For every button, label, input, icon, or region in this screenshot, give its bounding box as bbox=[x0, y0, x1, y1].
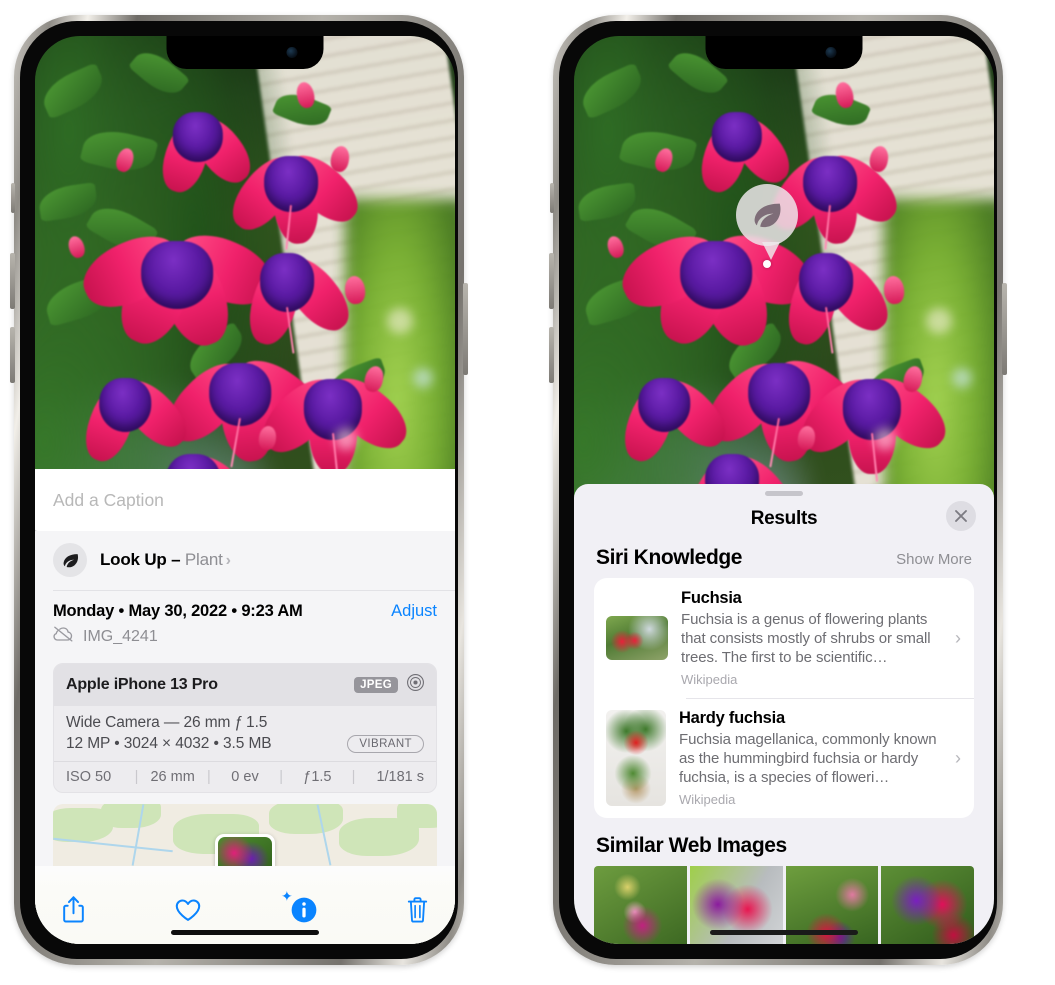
photographic-style-badge: VIBRANT bbox=[347, 735, 424, 753]
visual-lookup-anchor-dot bbox=[763, 260, 771, 268]
exif-aperture: ƒ1.5 bbox=[303, 769, 332, 785]
knowledge-row[interactable]: Fuchsia Fuchsia is a genus of flowering … bbox=[594, 578, 974, 698]
chevron-right-icon: › bbox=[955, 747, 961, 768]
adjust-button[interactable]: Adjust bbox=[391, 602, 437, 621]
right-iphone-device: Results Siri Knowledge Show More Fuchsia… bbox=[549, 15, 1007, 965]
caption-input-row[interactable]: Add a Caption bbox=[35, 469, 455, 531]
similar-web-images-title: Similar Web Images bbox=[596, 834, 787, 858]
volume-up-button[interactable] bbox=[549, 253, 554, 309]
knowledge-description: Fuchsia magellanica, commonly known as t… bbox=[679, 731, 937, 787]
leaf-icon bbox=[53, 543, 87, 577]
similar-web-images-header: Similar Web Images bbox=[574, 818, 994, 866]
results-title: Results bbox=[750, 508, 818, 529]
knowledge-description: Fuchsia is a genus of flowering plants t… bbox=[681, 611, 931, 667]
exif-row: ISO 50 | 26 mm | 0 ev | ƒ1.5 | 1/181 s bbox=[54, 761, 436, 792]
knowledge-title: Hardy fuchsia bbox=[679, 709, 785, 728]
exif-shutter: 1/181 s bbox=[376, 769, 425, 785]
volume-down-button[interactable] bbox=[549, 327, 554, 383]
exif-iso: ISO 50 bbox=[66, 769, 112, 785]
caption-placeholder-text: Add a Caption bbox=[53, 489, 164, 510]
chevron-right-icon: › bbox=[955, 627, 961, 648]
camera-details-card: Apple iPhone 13 Pro JPEG Wide Camera — 2… bbox=[53, 663, 437, 793]
power-button[interactable] bbox=[463, 283, 468, 375]
screenshot-stage: Add a Caption ✦ ✦ bbox=[0, 0, 1055, 985]
photo-filename: IMG_4241 bbox=[83, 627, 158, 645]
visual-lookup-pin[interactable] bbox=[736, 184, 798, 246]
results-header: Results bbox=[574, 496, 994, 542]
right-phone-notch bbox=[705, 36, 863, 69]
look-up-prefix: Look Up – bbox=[100, 550, 185, 569]
fuchsia-thumbnail bbox=[606, 616, 668, 661]
trash-icon[interactable] bbox=[406, 896, 429, 929]
look-up-plant-row[interactable]: ✦ ✦ Look Up – Plant› bbox=[35, 524, 455, 590]
left-phone-notch bbox=[166, 36, 324, 69]
right-phone-bezel: Results Siri Knowledge Show More Fuchsia… bbox=[559, 21, 997, 959]
leaf-icon bbox=[754, 203, 781, 228]
siri-knowledge-header: Siri Knowledge Show More bbox=[574, 542, 994, 578]
info-icon[interactable]: ✦ bbox=[281, 889, 318, 929]
camera-size-info: 12 MP • 3024 × 4032 • 3.5 MB bbox=[66, 735, 272, 752]
right-phone-screen: Results Siri Knowledge Show More Fuchsia… bbox=[574, 36, 994, 944]
web-image-thumb[interactable] bbox=[881, 866, 974, 944]
home-indicator[interactable] bbox=[171, 930, 319, 935]
visual-lookup-pin-tail bbox=[762, 242, 780, 260]
mute-switch[interactable] bbox=[11, 183, 15, 213]
hardy-fuchsia-thumbnail bbox=[606, 710, 666, 807]
web-image-thumb[interactable] bbox=[594, 866, 687, 944]
siri-knowledge-card: Fuchsia Fuchsia is a genus of flowering … bbox=[594, 578, 974, 819]
look-up-label: Look Up – Plant › bbox=[100, 550, 231, 570]
left-phone-screen: Add a Caption ✦ ✦ bbox=[35, 36, 455, 944]
exif-ev: 0 ev bbox=[231, 769, 259, 785]
left-phone-bezel: Add a Caption ✦ ✦ bbox=[20, 21, 458, 959]
map-photo-pin[interactable] bbox=[215, 834, 275, 866]
mute-switch[interactable] bbox=[550, 183, 554, 213]
left-iphone-device: Add a Caption ✦ ✦ bbox=[10, 15, 468, 965]
results-sheet: Results Siri Knowledge Show More Fuchsia… bbox=[574, 484, 994, 944]
photo-date: Monday • May 30, 2022 • 9:23 AM bbox=[53, 602, 303, 620]
sparkle-icon: ✦ ✦ bbox=[35, 524, 39, 539]
format-badge: JPEG bbox=[354, 677, 398, 693]
power-button[interactable] bbox=[1002, 283, 1007, 375]
camera-lens-info: Wide Camera — 26 mm ƒ 1.5 bbox=[66, 714, 268, 731]
front-camera-icon bbox=[286, 47, 298, 58]
knowledge-row[interactable]: Hardy fuchsia Fuchsia magellanica, commo… bbox=[594, 698, 974, 818]
camera-model: Apple iPhone 13 Pro bbox=[66, 676, 218, 693]
cloud-slash-icon bbox=[53, 626, 74, 647]
photo-metadata-block: Monday • May 30, 2022 • 9:23 AM Adjust I… bbox=[35, 591, 455, 657]
siri-knowledge-title: Siri Knowledge bbox=[596, 546, 743, 569]
home-indicator[interactable] bbox=[710, 930, 858, 935]
camera-card-header: Apple iPhone 13 Pro JPEG bbox=[54, 664, 436, 706]
show-more-button[interactable]: Show More bbox=[896, 551, 972, 568]
look-up-subject: Plant bbox=[184, 550, 223, 569]
front-camera-icon bbox=[825, 47, 837, 58]
info-sparkle-icon: ✦ bbox=[281, 887, 293, 904]
volume-up-button[interactable] bbox=[10, 253, 15, 309]
share-icon[interactable] bbox=[61, 895, 86, 929]
volume-down-button[interactable] bbox=[10, 327, 15, 383]
camera-card-body: Wide Camera — 26 mm ƒ 1.5 12 MP • 3024 ×… bbox=[54, 706, 436, 761]
knowledge-title: Fuchsia bbox=[681, 589, 742, 607]
heart-icon[interactable] bbox=[174, 897, 202, 928]
location-map-preview[interactable] bbox=[53, 804, 437, 866]
knowledge-source: Wikipedia bbox=[679, 792, 736, 808]
photo-filename-row: IMG_4241 bbox=[53, 626, 437, 647]
photo-info-sheet: Add a Caption ✦ ✦ bbox=[35, 469, 455, 944]
knowledge-source: Wikipedia bbox=[681, 672, 738, 688]
close-icon[interactable] bbox=[946, 501, 976, 531]
lookup-band: ✦ ✦ Look Up – Plant› bbox=[35, 524, 455, 944]
exif-focal: 26 mm bbox=[150, 769, 195, 785]
aperture-icon bbox=[406, 673, 425, 697]
chevron-right-icon: › bbox=[225, 552, 231, 569]
